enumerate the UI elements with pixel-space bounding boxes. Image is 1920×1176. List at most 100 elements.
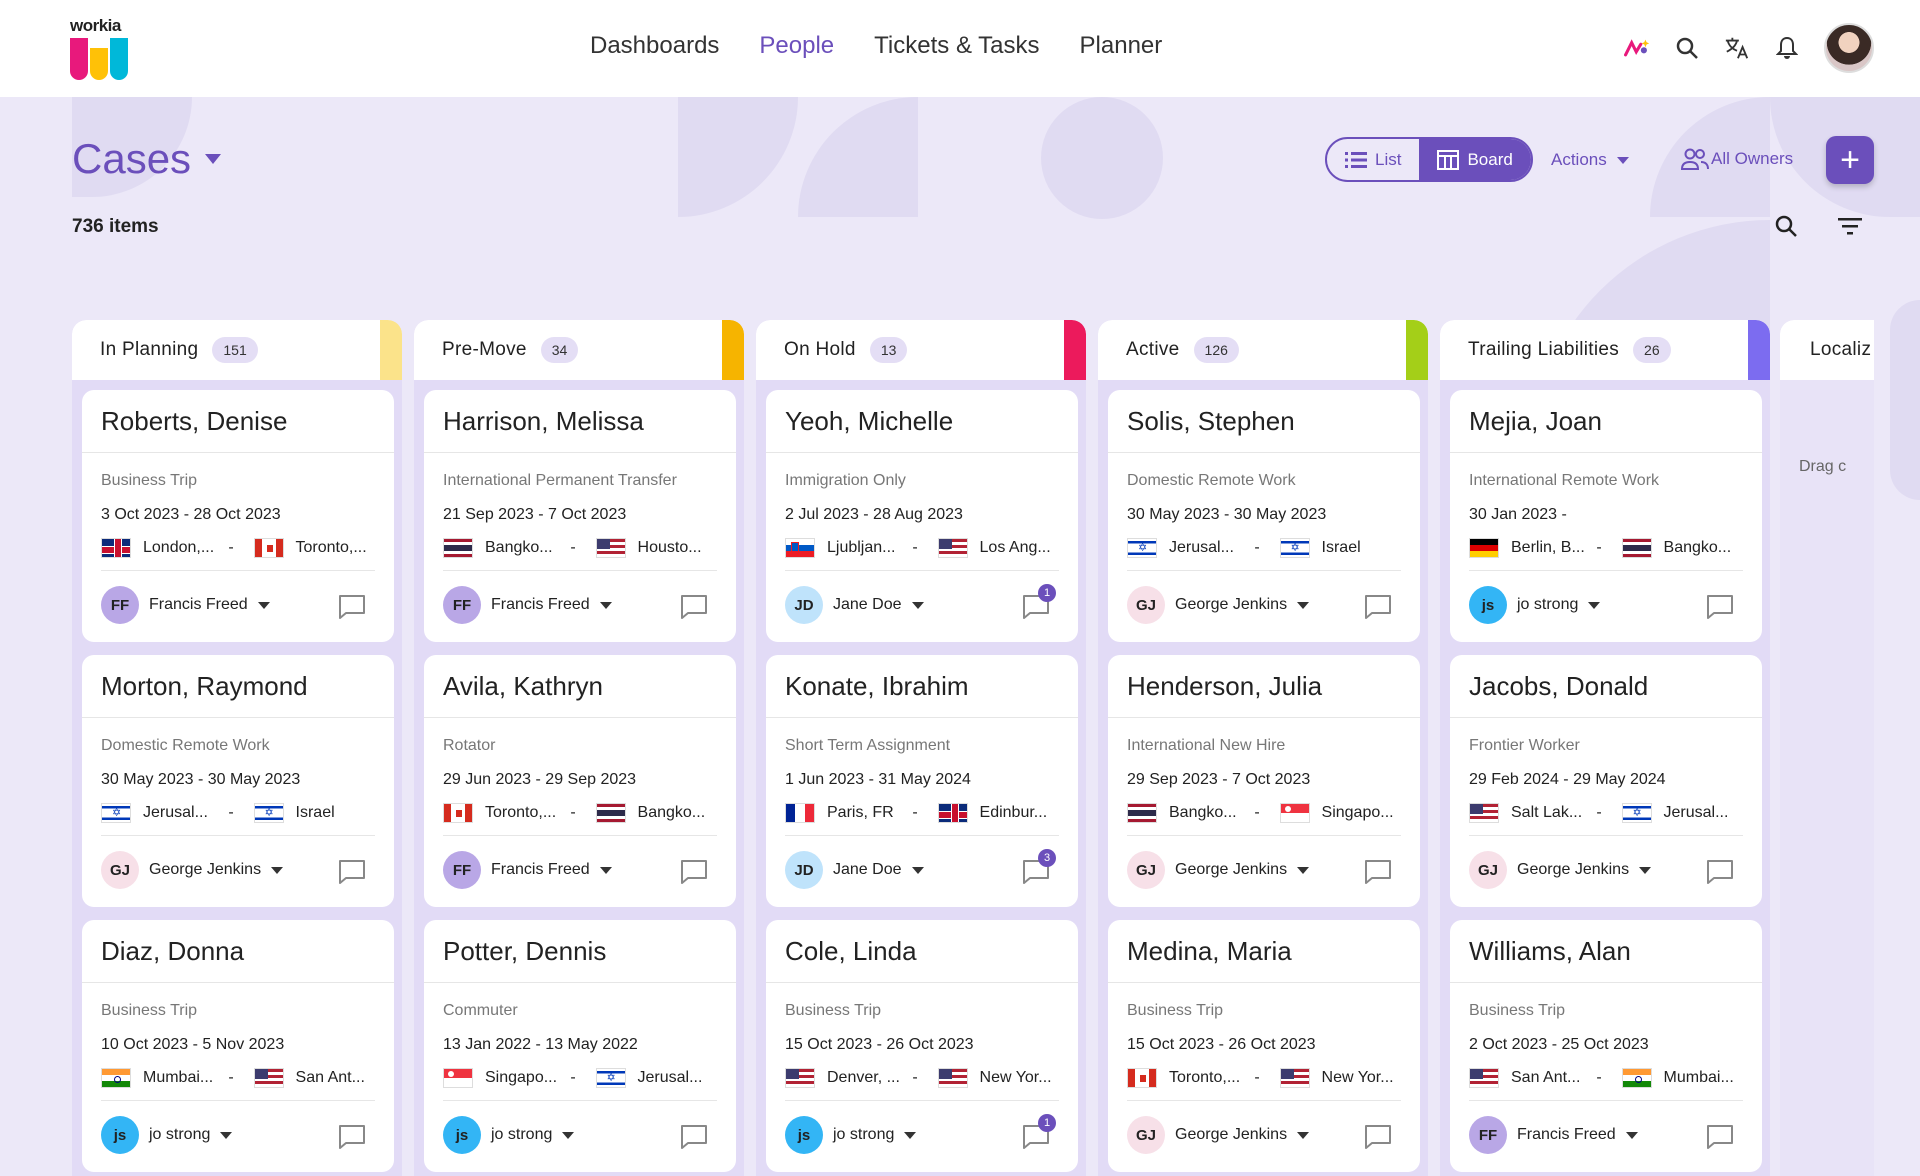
- case-name[interactable]: Medina, Maria: [1127, 936, 1292, 967]
- case-card[interactable]: Yeoh, Michelle Immigration Only 2 Jul 20…: [766, 390, 1078, 642]
- nav-item-people[interactable]: People: [759, 32, 834, 60]
- case-name[interactable]: Cole, Linda: [785, 936, 917, 967]
- board-view-button[interactable]: Board: [1419, 139, 1531, 180]
- case-name[interactable]: Diaz, Donna: [101, 936, 244, 967]
- comment-icon[interactable]: [1364, 594, 1392, 620]
- page-title[interactable]: Cases: [72, 135, 222, 183]
- origin-location: Singapo...: [443, 1068, 564, 1088]
- case-name[interactable]: Avila, Kathryn: [443, 671, 603, 702]
- case-dates: 2 Jul 2023 - 28 Aug 2023: [785, 506, 963, 523]
- case-name[interactable]: Solis, Stephen: [1127, 406, 1295, 437]
- comment-icon[interactable]: [680, 859, 708, 885]
- comment-icon[interactable]: [1706, 859, 1734, 885]
- comment-icon[interactable]: [338, 859, 366, 885]
- divider: [443, 570, 717, 571]
- comment-icon[interactable]: 1: [1022, 1114, 1056, 1150]
- case-card[interactable]: Harrison, Melissa International Permanen…: [424, 390, 736, 642]
- owner-name: George Jenkins: [149, 861, 262, 878]
- user-avatar[interactable]: [1824, 23, 1874, 73]
- owner-avatar: JD: [785, 586, 823, 624]
- owner-selector[interactable]: GJ George Jenkins: [1469, 851, 1652, 889]
- case-name[interactable]: Williams, Alan: [1469, 936, 1631, 967]
- case-card[interactable]: Cole, Linda Business Trip 15 Oct 2023 - …: [766, 920, 1078, 1172]
- column-header[interactable]: Active 126: [1098, 320, 1428, 380]
- owner-selector[interactable]: JD Jane Doe: [785, 586, 924, 624]
- origin-label: Jerusal...: [143, 804, 208, 821]
- case-card[interactable]: Diaz, Donna Business Trip 10 Oct 2023 - …: [82, 920, 394, 1172]
- comment-icon[interactable]: [680, 594, 708, 620]
- case-name[interactable]: Yeoh, Michelle: [785, 406, 953, 437]
- case-name[interactable]: Harrison, Melissa: [443, 406, 644, 437]
- case-name[interactable]: Konate, Ibrahim: [785, 671, 969, 702]
- comment-icon[interactable]: [1364, 859, 1392, 885]
- owner-selector[interactable]: FF Francis Freed: [443, 851, 612, 889]
- case-card[interactable]: Mejia, Joan International Remote Work 30…: [1450, 390, 1762, 642]
- case-name[interactable]: Roberts, Denise: [101, 406, 287, 437]
- owner-avatar: FF: [443, 586, 481, 624]
- column-header[interactable]: On Hold 13: [756, 320, 1086, 380]
- comment-icon[interactable]: [338, 1124, 366, 1150]
- board-search-icon[interactable]: [1774, 214, 1798, 243]
- comment-icon[interactable]: [1706, 1124, 1734, 1150]
- owner-selector[interactable]: js jo strong: [101, 1116, 233, 1154]
- ai-sparkle-icon[interactable]: [1624, 35, 1650, 61]
- translate-icon[interactable]: [1724, 35, 1750, 61]
- search-icon[interactable]: [1674, 35, 1700, 61]
- case-card[interactable]: Williams, Alan Business Trip 2 Oct 2023 …: [1450, 920, 1762, 1172]
- case-name[interactable]: Jacobs, Donald: [1469, 671, 1648, 702]
- column-header[interactable]: In Planning 151: [72, 320, 402, 380]
- case-card[interactable]: Potter, Dennis Commuter 13 Jan 2022 - 13…: [424, 920, 736, 1172]
- comment-icon[interactable]: [338, 594, 366, 620]
- case-card[interactable]: Medina, Maria Business Trip 15 Oct 2023 …: [1108, 920, 1420, 1172]
- nav-item-planner[interactable]: Planner: [1080, 32, 1163, 60]
- owner-selector[interactable]: GJ George Jenkins: [1127, 1116, 1310, 1154]
- comment-icon[interactable]: 3: [1022, 849, 1056, 885]
- logo-bar: [110, 38, 128, 80]
- case-route: Singapo... - Jerusal...: [443, 1068, 717, 1088]
- owner-selector[interactable]: GJ George Jenkins: [1127, 851, 1310, 889]
- owners-filter[interactable]: All Owners: [1681, 148, 1793, 170]
- column-title: Localiz: [1810, 339, 1872, 360]
- owner-selector[interactable]: FF Francis Freed: [101, 586, 270, 624]
- owner-selector[interactable]: GJ George Jenkins: [1127, 586, 1310, 624]
- case-name[interactable]: Morton, Raymond: [101, 671, 308, 702]
- owner-selector[interactable]: JD Jane Doe: [785, 851, 924, 889]
- case-card[interactable]: Avila, Kathryn Rotator 29 Jun 2023 - 29 …: [424, 655, 736, 907]
- bell-icon[interactable]: [1774, 35, 1800, 61]
- column-header[interactable]: Localiz: [1780, 320, 1874, 380]
- case-card[interactable]: Morton, Raymond Domestic Remote Work 30 …: [82, 655, 394, 907]
- comment-icon[interactable]: [1706, 594, 1734, 620]
- top-bar: workia Dashboards People Tickets & Tasks…: [0, 0, 1920, 97]
- owner-selector[interactable]: FF Francis Freed: [1469, 1116, 1638, 1154]
- case-name[interactable]: Henderson, Julia: [1127, 671, 1322, 702]
- chevron-down-icon: [562, 1131, 575, 1139]
- owner-selector[interactable]: js jo strong: [1469, 586, 1601, 624]
- owner-selector[interactable]: js jo strong: [785, 1116, 917, 1154]
- board-view-label: Board: [1467, 149, 1513, 169]
- column-header[interactable]: Trailing Liabilities 26: [1440, 320, 1770, 380]
- origin-label: Toronto,...: [485, 804, 557, 821]
- case-card[interactable]: Roberts, Denise Business Trip 3 Oct 2023…: [82, 390, 394, 642]
- case-card[interactable]: Konate, Ibrahim Short Term Assignment 1 …: [766, 655, 1078, 907]
- column-header[interactable]: Pre-Move 34: [414, 320, 744, 380]
- nav-item-dashboards[interactable]: Dashboards: [590, 32, 719, 60]
- case-name[interactable]: Mejia, Joan: [1469, 406, 1602, 437]
- comment-icon[interactable]: [1364, 1124, 1392, 1150]
- nav-item-tickets-tasks[interactable]: Tickets & Tasks: [874, 32, 1039, 60]
- actions-dropdown[interactable]: Actions: [1551, 150, 1629, 170]
- owner-selector[interactable]: js jo strong: [443, 1116, 575, 1154]
- filter-icon[interactable]: [1838, 217, 1862, 240]
- case-card[interactable]: Solis, Stephen Domestic Remote Work 30 M…: [1108, 390, 1420, 642]
- list-view-button[interactable]: List: [1327, 139, 1419, 180]
- owner-selector[interactable]: FF Francis Freed: [443, 586, 612, 624]
- workia-logo[interactable]: workia: [70, 16, 140, 80]
- divider: [82, 452, 394, 453]
- owner-selector[interactable]: GJ George Jenkins: [101, 851, 284, 889]
- case-card[interactable]: Jacobs, Donald Frontier Worker 29 Feb 20…: [1450, 655, 1762, 907]
- comment-icon[interactable]: [680, 1124, 708, 1150]
- case-name[interactable]: Potter, Dennis: [443, 936, 606, 967]
- case-type: Domestic Remote Work: [101, 737, 270, 754]
- add-case-button[interactable]: +: [1826, 136, 1874, 184]
- comment-icon[interactable]: 1: [1022, 584, 1056, 620]
- case-card[interactable]: Henderson, Julia International New Hire …: [1108, 655, 1420, 907]
